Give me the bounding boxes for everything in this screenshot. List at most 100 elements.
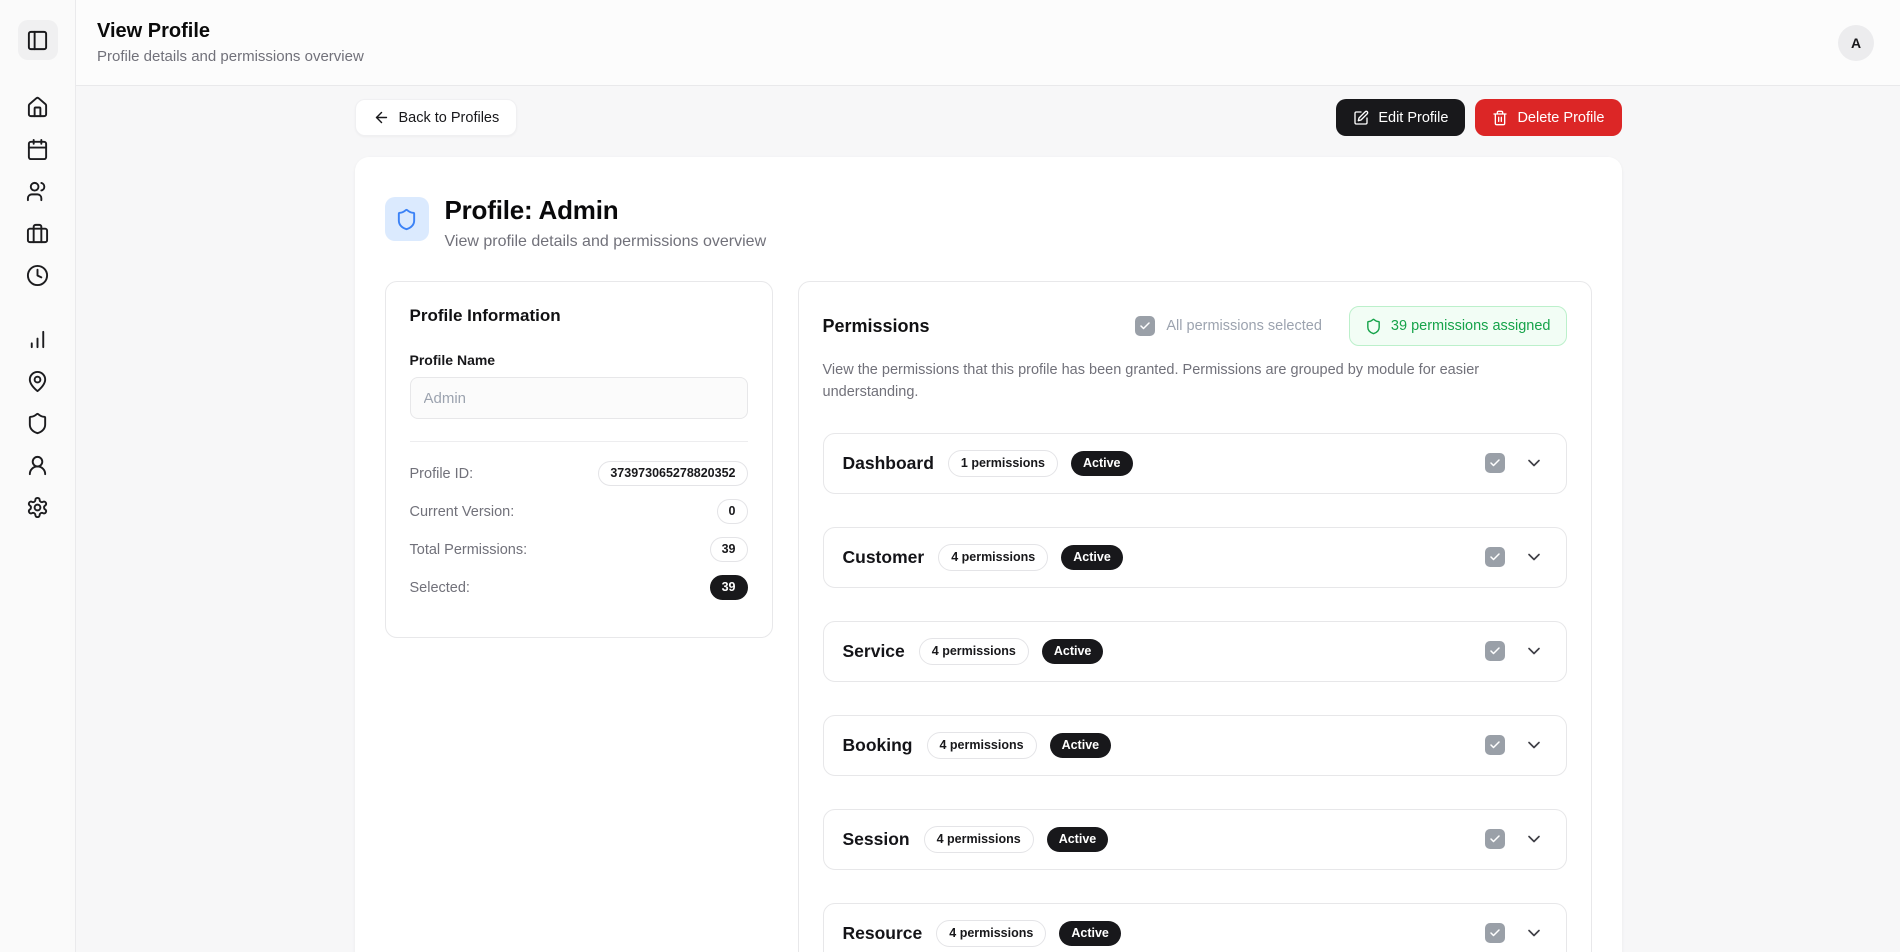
all-permissions-checkbox[interactable] [1135,316,1155,336]
module-permission-count-badge: 4 permissions [938,544,1048,571]
sidebar [0,0,76,952]
module-checkbox[interactable] [1485,453,1505,473]
edit-profile-button[interactable]: Edit Profile [1336,99,1465,136]
sidebar-toggle-button[interactable] [18,20,58,60]
permission-module-row[interactable]: Dashboard 1 permissions Active [823,433,1567,494]
module-permission-count-badge: 1 permissions [948,450,1058,477]
module-checkbox[interactable] [1485,547,1505,567]
delete-button-label: Delete Profile [1517,110,1604,126]
module-checkbox[interactable] [1485,829,1505,849]
sidebar-nav [25,94,51,520]
module-permission-count-badge: 4 permissions [936,920,1046,947]
profile-information-title: Profile Information [410,306,748,326]
sidebar-item-home[interactable] [25,94,51,120]
sidebar-item-calendar[interactable] [25,136,51,162]
profile-name-label: Profile Name [410,352,748,368]
assigned-badge-label: 39 permissions assigned [1391,318,1551,334]
trash-icon [1492,110,1508,126]
main-area: View Profile Profile details and permiss… [76,0,1900,952]
stat-row: Total Permissions: 39 [410,537,748,562]
edit-button-label: Edit Profile [1378,110,1448,126]
briefcase-icon [26,222,49,245]
permission-module-row[interactable]: Resource 4 permissions Active [823,903,1567,952]
toolbar: Back to Profiles Edit Profile Delete Pro… [355,99,1622,136]
profile-title: Profile: Admin [445,195,767,226]
permission-module-row[interactable]: Session 4 permissions Active [823,809,1567,870]
back-to-profiles-button[interactable]: Back to Profiles [355,99,518,136]
profile-name-input[interactable] [410,377,748,419]
stat-label: Total Permissions: [410,542,528,558]
delete-profile-button[interactable]: Delete Profile [1475,99,1621,136]
module-name: Resource [843,923,923,944]
module-status-badge: Active [1071,451,1133,476]
module-checkbox[interactable] [1485,641,1505,661]
module-name: Booking [843,735,913,756]
stat-row: Current Version: 0 [410,499,748,524]
permissions-title: Permissions [823,316,930,337]
permission-module-row[interactable]: Service 4 permissions Active [823,621,1567,682]
avatar[interactable]: A [1838,25,1874,61]
module-status-badge: Active [1059,921,1121,946]
profile-card-subtitle: View profile details and permissions ove… [445,233,767,251]
sidebar-item-profiles[interactable] [25,410,51,436]
stat-row: Profile ID: 373973065278820352 [410,461,748,486]
home-icon [26,96,49,119]
sidebar-item-account[interactable] [25,452,51,478]
profile-stats: Profile ID: 373973065278820352 Current V… [410,461,748,600]
stat-label: Profile ID: [410,466,474,482]
permission-modules-list: Dashboard 1 permissions Active [823,433,1567,952]
module-permission-count-badge: 4 permissions [919,638,1029,665]
stat-label: Selected: [410,580,470,596]
module-name: Customer [843,547,925,568]
page-subtitle: Profile details and permissions overview [97,48,364,65]
sidebar-item-users[interactable] [25,178,51,204]
sidebar-item-sessions[interactable] [25,262,51,288]
profile-card: Profile: Admin View profile details and … [355,157,1622,952]
shield-icon [1365,318,1382,335]
sidebar-item-reports[interactable] [25,326,51,352]
sidebar-item-locations[interactable] [25,368,51,394]
permission-module-row[interactable]: Customer 4 permissions Active [823,527,1567,588]
chevron-down-icon[interactable] [1524,923,1544,943]
module-permission-count-badge: 4 permissions [927,732,1037,759]
page: View Profile Profile details and permiss… [0,0,1900,952]
chevron-down-icon[interactable] [1524,735,1544,755]
top-header: View Profile Profile details and permiss… [76,0,1900,86]
shield-icon [26,412,49,435]
check-icon [1489,645,1501,657]
permissions-assigned-badge: 39 permissions assigned [1349,306,1567,346]
permissions-description: View the permissions that this profile h… [823,360,1567,404]
check-icon [1489,457,1501,469]
module-status-badge: Active [1042,639,1104,664]
calendar-icon [26,138,49,161]
profile-information-panel: Profile Information Profile Name Profile… [385,281,773,638]
shield-icon [395,208,418,231]
all-permissions-label: All permissions selected [1166,318,1322,334]
module-name: Service [843,641,905,662]
clock-icon [26,264,49,287]
module-status-badge: Active [1047,827,1109,852]
permission-module-row[interactable]: Booking 4 permissions Active [823,715,1567,776]
module-status-badge: Active [1061,545,1123,570]
check-icon [1489,927,1501,939]
chevron-down-icon[interactable] [1524,829,1544,849]
bar-chart-icon [26,328,49,351]
chevron-down-icon[interactable] [1524,547,1544,567]
chevron-down-icon[interactable] [1524,453,1544,473]
module-checkbox[interactable] [1485,923,1505,943]
users-icon [26,180,49,203]
permissions-header: Permissions All permissions selected 39 … [823,306,1567,346]
sidebar-item-settings[interactable] [25,494,51,520]
check-icon [1489,739,1501,751]
chevron-down-icon[interactable] [1524,641,1544,661]
profile-card-header: Profile: Admin View profile details and … [385,195,1592,251]
permissions-panel: Permissions All permissions selected 39 … [798,281,1592,952]
module-checkbox[interactable] [1485,735,1505,755]
module-status-badge: Active [1050,733,1112,758]
stat-value-badge: 373973065278820352 [598,461,747,486]
panel-left-icon [26,29,49,52]
header-text: View Profile Profile details and permiss… [97,20,364,65]
edit-icon [1353,110,1369,126]
sidebar-item-services[interactable] [25,220,51,246]
content-area: Back to Profiles Edit Profile Delete Pro… [76,86,1900,952]
